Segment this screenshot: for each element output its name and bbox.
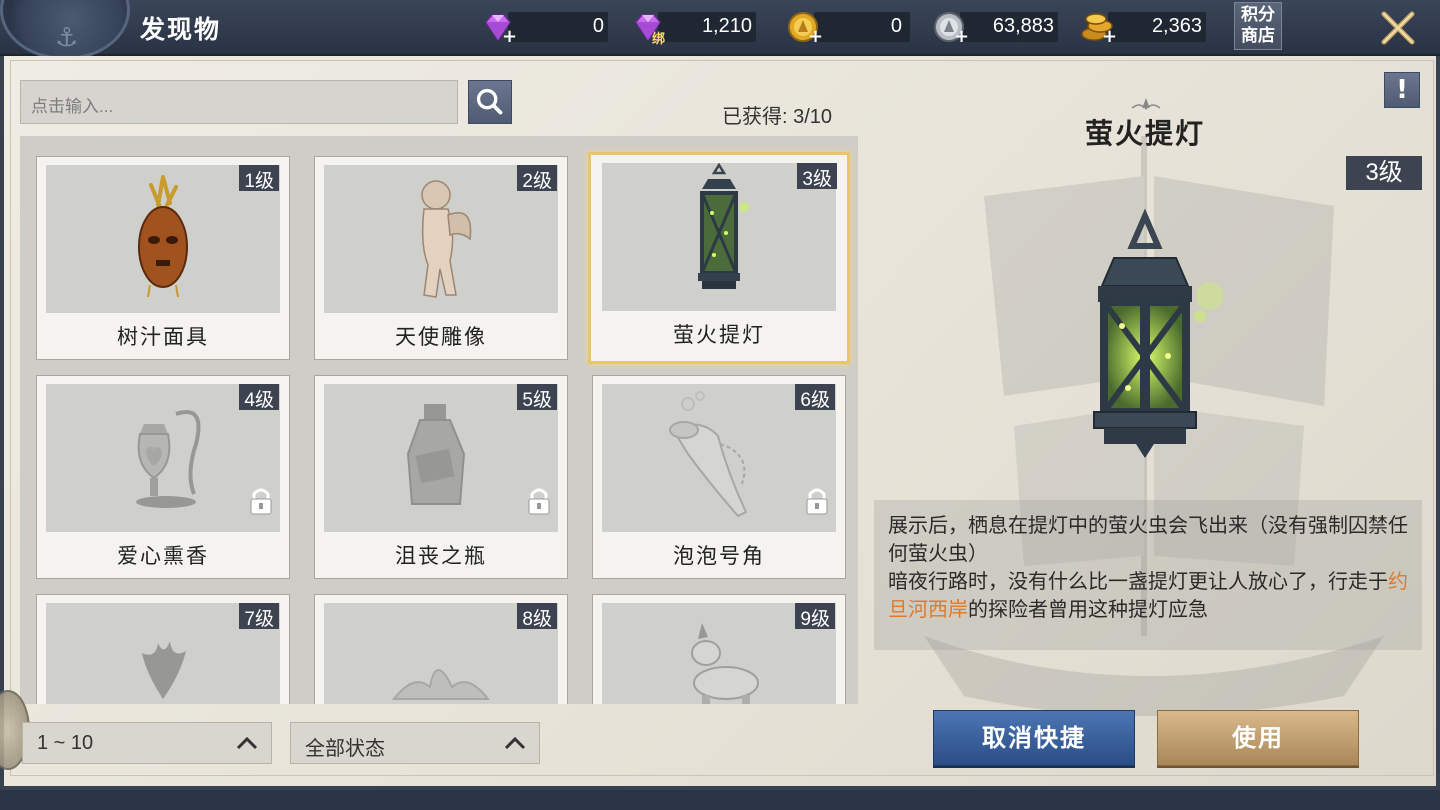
item-name: 爱心熏香	[117, 544, 209, 568]
level-badge: 2级	[517, 165, 557, 192]
item-card[interactable]: 9级	[592, 594, 846, 704]
lock-icon	[528, 488, 550, 515]
description-line2-pre: 暗夜行路时，没有什么比一盏提灯更让人放心了，行走于	[888, 571, 1388, 593]
close-icon[interactable]	[1378, 8, 1418, 48]
top-bar: ⚓ 发现物 + 0 绑 1,210 + 0 + 63,883 + 2,363 积…	[0, 0, 1440, 60]
lock-icon	[806, 488, 828, 515]
level-badge: 1级	[239, 165, 279, 192]
item-card[interactable]: 5级 沮丧之瓶	[314, 375, 568, 579]
level-badge: 6级	[795, 384, 835, 411]
points-shop-button[interactable]: 积分 商店	[1234, 2, 1282, 50]
ornament-icon	[1131, 98, 1161, 110]
description-line2-post: 的探险者曾用这种提灯应急	[968, 599, 1208, 621]
range-dropdown[interactable]: 1 ~ 10	[22, 722, 272, 764]
item-name: 萤火提灯	[673, 323, 765, 347]
status-dropdown[interactable]: 全部状态	[290, 722, 540, 764]
currency-diamond[interactable]: + 0	[480, 12, 608, 47]
bound-tag: 绑	[652, 32, 666, 47]
level-badge: 3级	[797, 163, 837, 190]
item-name: 泡泡号角	[673, 544, 765, 568]
chevron-up-icon	[504, 736, 526, 750]
currency-gold-stack-value: 2,363	[1151, 15, 1202, 37]
detail-item-name: 萤火提灯	[1084, 117, 1205, 150]
lock-icon	[250, 488, 272, 515]
currency-bound-diamond-value: 1,210	[701, 15, 752, 37]
item-card[interactable]: 8级	[314, 594, 568, 704]
currency-silver-coin[interactable]: + 63,883	[932, 12, 1058, 47]
search-button[interactable]	[468, 80, 512, 124]
description-line1: 展示后，栖息在提灯中的萤火虫会飞出来（没有强制囚禁任何萤火虫）	[888, 515, 1408, 565]
emblem-icon: ⚓	[0, 0, 130, 60]
item-card[interactable]: 7级	[36, 594, 290, 704]
item-card[interactable]: 1级 树汁面具	[36, 156, 290, 360]
level-badge: 5级	[517, 384, 557, 411]
level-badge: 4级	[239, 384, 279, 411]
shop-label-line1: 积分	[1241, 5, 1275, 25]
currency-diamond-value: 0	[592, 15, 604, 37]
level-badge: 8级	[517, 603, 557, 630]
item-card-selected[interactable]: 3级 萤火提灯	[588, 152, 850, 364]
status-dropdown-value: 全部状态	[305, 738, 385, 760]
firefly-lantern-large-icon	[1093, 208, 1224, 458]
shop-label-line2: 商店	[1241, 26, 1275, 46]
anchor-icon: ⚓	[55, 23, 79, 53]
info-button[interactable]: !	[1384, 72, 1420, 108]
currency-gold-stack[interactable]: + 2,363	[1080, 12, 1206, 47]
obtained-count: 已获得: 3/10	[722, 106, 833, 128]
cancel-shortcut-button[interactable]: 取消快捷	[933, 710, 1135, 766]
item-grid[interactable]: 1级 树汁面具 2级 天使雕像 3级 萤火提灯 4级 爱心熏香 5级 沮丧之瓶 …	[20, 136, 858, 704]
item-card[interactable]: 4级 爱心熏香	[36, 375, 290, 579]
level-badge: 9级	[795, 603, 835, 630]
item-description: 展示后，栖息在提灯中的萤火虫会飞出来（没有强制囚禁任何萤火虫） 暗夜行路时，没有…	[874, 500, 1422, 650]
search-input[interactable]: 点击输入...	[20, 80, 458, 124]
search-icon	[476, 88, 503, 115]
currency-silver-coin-value: 63,883	[992, 15, 1054, 37]
currency-bound-diamond[interactable]: 绑 1,210	[630, 12, 756, 47]
range-dropdown-value: 1 ~ 10	[37, 732, 94, 754]
use-button[interactable]: 使用	[1157, 710, 1359, 766]
item-name: 天使雕像	[395, 325, 487, 349]
detail-level-badge: 3级	[1346, 156, 1422, 190]
item-name: 沮丧之瓶	[395, 544, 487, 568]
level-badge: 7级	[239, 603, 279, 630]
page-title: 发现物	[140, 15, 222, 44]
item-name: 树汁面具	[117, 325, 209, 349]
item-card[interactable]: 2级 天使雕像	[314, 156, 568, 360]
currency-gold-coin-value: 0	[890, 15, 902, 37]
description-line2: 暗夜行路时，没有什么比一盏提灯更让人放心了，行走于约旦河西岸的探险者曾用这种提灯…	[888, 568, 1408, 624]
currency-gold-coin[interactable]: + 0	[786, 12, 910, 47]
item-card[interactable]: 6级 泡泡号角	[592, 375, 846, 579]
chevron-up-icon	[236, 736, 258, 750]
